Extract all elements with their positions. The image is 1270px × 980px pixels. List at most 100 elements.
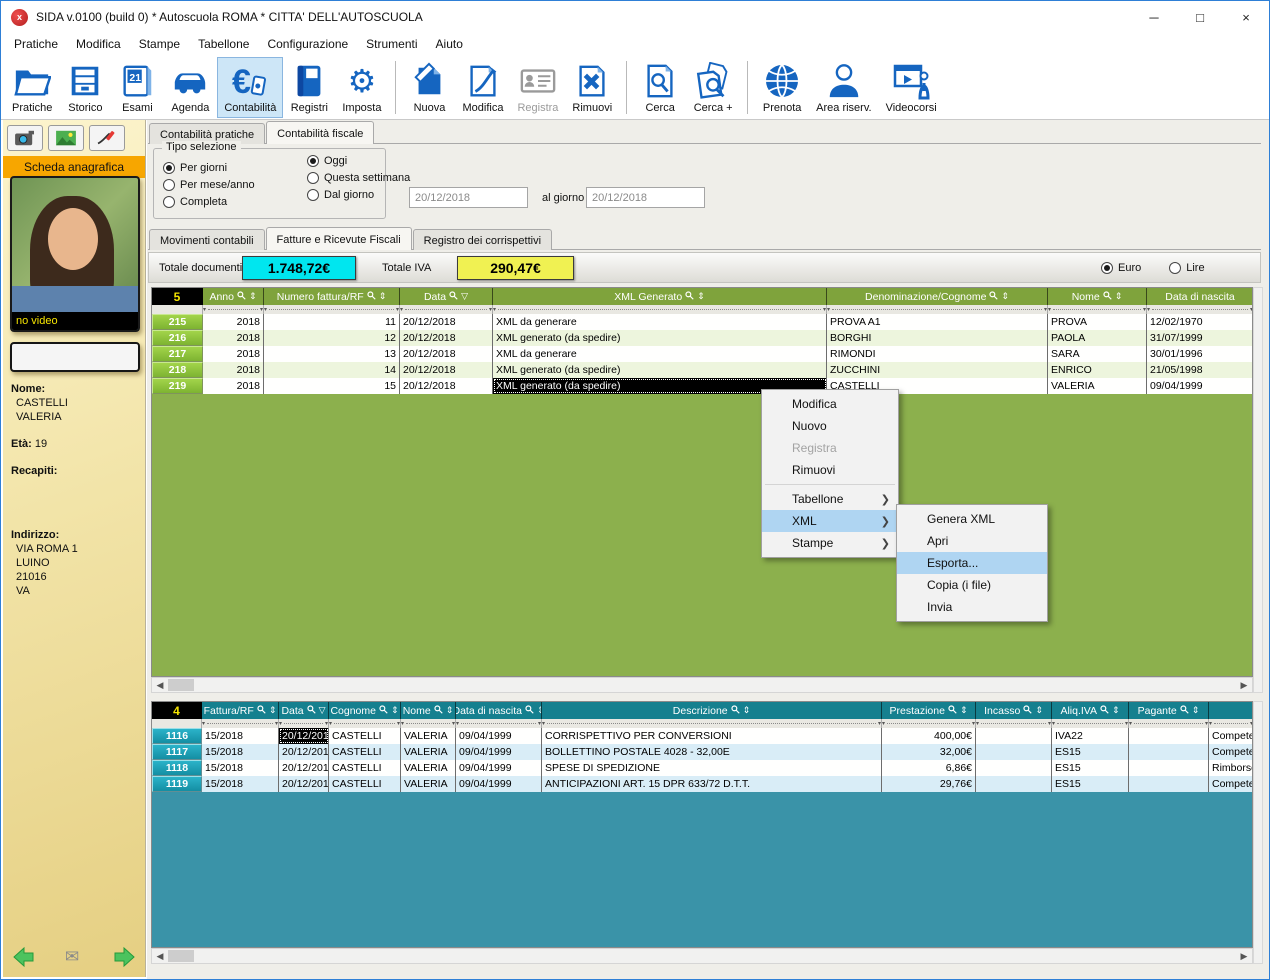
- cell[interactable]: 09/04/1999: [456, 728, 542, 744]
- radio-completa[interactable]: Completa: [163, 193, 255, 210]
- search-icon[interactable]: [731, 705, 740, 717]
- menu-strumenti[interactable]: Strumenti: [357, 35, 426, 53]
- radio-oggi[interactable]: Oggi: [307, 152, 410, 169]
- row-count-cell[interactable]: 5: [152, 288, 203, 305]
- column-header-prestazione[interactable]: Prestazione⇕: [882, 702, 976, 719]
- cell[interactable]: 15/2018: [202, 728, 279, 744]
- xml-submenu-item-invia[interactable]: Invia: [897, 596, 1047, 618]
- row-count-cell[interactable]: 4: [152, 702, 202, 719]
- cell[interactable]: 15/2018: [202, 760, 279, 776]
- sort-icon[interactable]: ⇕: [1115, 292, 1123, 301]
- minimize-icon[interactable]: ─: [1131, 1, 1177, 33]
- filter-cell[interactable]: ▾▾: [279, 719, 329, 728]
- context-menu-item-rimuovi[interactable]: Rimuovi: [762, 459, 898, 481]
- filter-icon[interactable]: ▽: [319, 706, 326, 715]
- cell[interactable]: CORRISPETTIVO PER CONVERSIONI: [542, 728, 882, 744]
- scroll-thumb[interactable]: [168, 950, 194, 962]
- sort-icon[interactable]: ⇕: [1035, 706, 1043, 715]
- cell[interactable]: VALERIA: [401, 776, 456, 792]
- table-row[interactable]: 21920181520/12/2018XML generato (da sped…: [152, 378, 1252, 394]
- cell[interactable]: SPESE DI SPEDIZIONE: [542, 760, 882, 776]
- close-icon[interactable]: ×: [1223, 1, 1269, 33]
- cell[interactable]: Competenza: [1209, 776, 1253, 792]
- sort-icon[interactable]: ⇕: [446, 706, 454, 715]
- toolbar-pratiche[interactable]: Pratiche: [5, 57, 59, 118]
- date-to-input[interactable]: [586, 187, 705, 208]
- cell[interactable]: 09/04/1999: [456, 776, 542, 792]
- search-icon[interactable]: [367, 291, 376, 303]
- cell[interactable]: 2018: [203, 362, 264, 378]
- table-row[interactable]: 21620181220/12/2018XML generato (da sped…: [152, 330, 1252, 346]
- cell[interactable]: ES15: [1052, 776, 1129, 792]
- row-number-button[interactable]: 217: [152, 346, 203, 362]
- radio-questa-settimana[interactable]: Questa settimana: [307, 169, 410, 186]
- filter-cell[interactable]: ▾▾: [542, 719, 882, 728]
- cell[interactable]: 20/12/2018: [279, 760, 329, 776]
- scroll-right-icon[interactable]: ▶: [1236, 949, 1252, 963]
- column-header-item[interactable]: [1209, 702, 1253, 719]
- cell[interactable]: ENRICO: [1048, 362, 1147, 378]
- filter-cell[interactable]: ▾▾: [1048, 305, 1147, 314]
- search-icon[interactable]: [379, 705, 388, 717]
- toolbar-cerca[interactable]: Cerca +: [686, 57, 740, 118]
- table-row[interactable]: 111915/201820/12/2018CASTELLIVALERIA09/0…: [152, 776, 1252, 792]
- search-icon[interactable]: [1100, 705, 1109, 717]
- column-header-denominazione-cognome[interactable]: Denominazione/Cognome⇕: [827, 288, 1048, 305]
- cell[interactable]: 400,00€: [882, 728, 976, 744]
- radio-per-giorni[interactable]: Per giorni: [163, 159, 255, 176]
- search-icon[interactable]: [1023, 705, 1032, 717]
- cell[interactable]: CASTELLI: [329, 744, 401, 760]
- filter-cell[interactable]: ▾▾: [827, 305, 1048, 314]
- cell[interactable]: 32,00€: [882, 744, 976, 760]
- upper-horizontal-scrollbar[interactable]: ◀ ▶: [151, 677, 1253, 693]
- sort-icon[interactable]: ⇕: [249, 292, 257, 301]
- cell[interactable]: XML da generare: [493, 314, 827, 330]
- row-number-button[interactable]: 218: [152, 362, 203, 378]
- filter-cell[interactable]: ▾▾: [976, 719, 1052, 728]
- prev-arrow-icon[interactable]: [11, 945, 37, 969]
- search-icon[interactable]: [685, 291, 694, 303]
- filter-cell[interactable]: ▾▾: [329, 719, 401, 728]
- toolbar-esami[interactable]: 21Esami: [111, 57, 163, 118]
- filter-cell[interactable]: ▾▾: [882, 719, 976, 728]
- filter-cell[interactable]: ▾▾: [1052, 719, 1129, 728]
- cell[interactable]: CASTELLI: [329, 728, 401, 744]
- scroll-thumb[interactable]: [168, 679, 194, 691]
- filter-cell[interactable]: ▾▾: [1209, 719, 1253, 728]
- toolbar-registra[interactable]: Registra: [510, 57, 565, 118]
- cell[interactable]: Rimborso: [1209, 760, 1253, 776]
- xml-submenu-item-esporta[interactable]: Esporta...: [897, 552, 1047, 574]
- menu-modifica[interactable]: Modifica: [67, 35, 130, 53]
- cell[interactable]: 20/12/2018: [400, 362, 493, 378]
- cell[interactable]: 20/12/2018: [279, 728, 329, 744]
- maximize-icon[interactable]: □: [1177, 1, 1223, 33]
- lower-vertical-scrollbar[interactable]: [1253, 701, 1263, 964]
- menu-stampe[interactable]: Stampe: [130, 35, 189, 53]
- cell[interactable]: XML generato (da spedire): [493, 330, 827, 346]
- table-row[interactable]: 111715/201820/12/2018CASTELLIVALERIA09/0…: [152, 744, 1252, 760]
- table-row[interactable]: 111815/201820/12/2018CASTELLIVALERIA09/0…: [152, 760, 1252, 776]
- filter-cell[interactable]: ▾▾: [203, 305, 264, 314]
- toolbar-imposta[interactable]: ⚙Imposta: [335, 57, 388, 118]
- table-row[interactable]: 111615/201820/12/2018CASTELLIVALERIA09/0…: [152, 728, 1252, 744]
- subtab-registro-dei-corrispettivi[interactable]: Registro dei corrispettivi: [413, 229, 552, 250]
- toolbar-nuova[interactable]: Nuova: [403, 57, 455, 118]
- cell[interactable]: 14: [264, 362, 400, 378]
- cell[interactable]: 2018: [203, 346, 264, 362]
- column-header-pagante[interactable]: Pagante⇕: [1129, 702, 1209, 719]
- column-header-anno[interactable]: Anno⇕: [203, 288, 264, 305]
- column-header-nome[interactable]: Nome⇕: [401, 702, 456, 719]
- toolbar-storico[interactable]: Storico: [59, 57, 111, 118]
- radio-lire[interactable]: Lire: [1169, 259, 1204, 276]
- column-header-cognome[interactable]: Cognome⇕: [329, 702, 401, 719]
- sort-icon[interactable]: ⇕: [379, 292, 387, 301]
- cell[interactable]: [1129, 744, 1209, 760]
- cell[interactable]: 20/12/2018: [400, 330, 493, 346]
- cell[interactable]: [1129, 760, 1209, 776]
- cell[interactable]: [1129, 728, 1209, 744]
- cell[interactable]: Competenza: [1209, 744, 1253, 760]
- cell[interactable]: BORGHI: [827, 330, 1048, 346]
- cell[interactable]: 15/2018: [202, 744, 279, 760]
- menu-tabellone[interactable]: Tabellone: [189, 35, 258, 53]
- row-number-button[interactable]: 216: [152, 330, 203, 346]
